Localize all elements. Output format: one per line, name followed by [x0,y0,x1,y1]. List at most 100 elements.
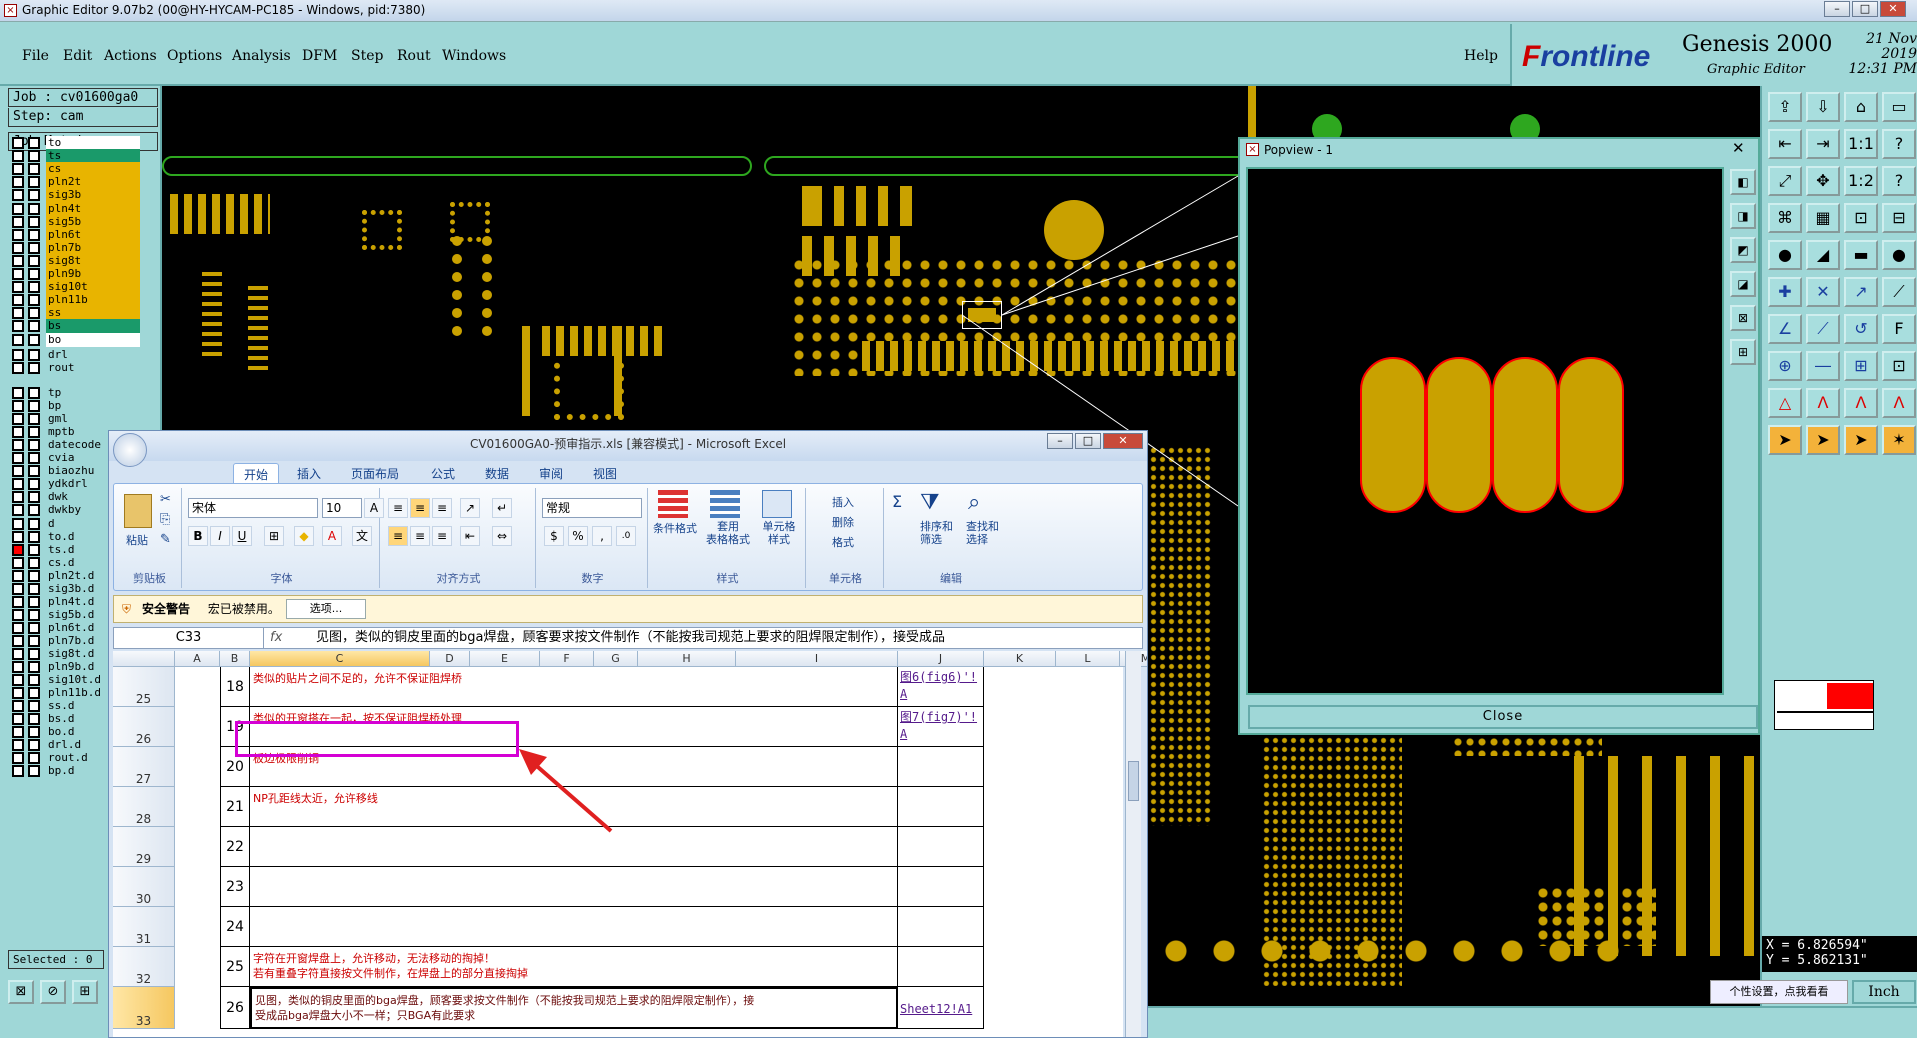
layer-checkbox[interactable] [12,387,24,399]
instruction-cell[interactable]: 字符在开窗焊盘上，允许移动，无法移动的掏掉！ 若有重叠字符直接按文件制作，在焊盘… [250,947,898,987]
instruction-cell[interactable]: 见图，类似的铜皮里面的bga焊盘，顾客要求按文件制作（不能按我司规范上要求的阻焊… [250,987,898,1029]
popview-canvas[interactable] [1246,167,1724,695]
layer-affected-checkbox[interactable] [28,307,40,320]
layer-name[interactable]: bo [46,332,140,347]
layer-affected-checkbox[interactable] [28,726,40,739]
layer-checkbox[interactable] [12,254,24,267]
tool-icon[interactable]: ◢ [1806,240,1840,270]
tool-icon[interactable]: 1:1 [1844,129,1878,159]
item-number-cell[interactable]: 21 [220,787,250,827]
autosum-icon[interactable]: Σ [892,492,902,511]
paste-icon[interactable] [124,494,152,528]
layer-checkbox[interactable] [12,465,24,478]
layer-row[interactable]: sig5b [12,214,146,229]
layer-affected-checkbox[interactable] [28,478,40,491]
row-header[interactable]: 29 [113,827,175,867]
layer-checkbox[interactable] [12,228,24,241]
align-middle-icon[interactable]: ≡ [410,498,430,518]
tool-icon[interactable]: Λ [1806,388,1840,418]
row-header[interactable]: 28 [113,787,175,827]
number-format-select[interactable]: 常规 [542,498,642,518]
column-header[interactable]: G [594,651,638,667]
layer-row[interactable]: cs [12,162,146,177]
tool-icon[interactable]: ● [1882,240,1916,270]
tool-icon[interactable]: ⇪ [1768,92,1802,122]
layer-checkbox[interactable] [12,426,24,439]
board-minimap[interactable] [1774,680,1874,730]
cond-format-icon[interactable] [658,490,688,518]
layer-affected-checkbox[interactable] [28,400,40,413]
instruction-cell[interactable] [250,907,898,947]
link-cell[interactable]: Sheet12!A1 [898,987,984,1029]
popview-tool-icon[interactable]: ⊠ [1730,305,1756,331]
layer-affected-checkbox[interactable] [28,254,40,267]
layer-checkbox[interactable] [12,687,24,700]
instruction-cell[interactable] [250,867,898,907]
copy-icon[interactable]: ⎘ [160,512,170,527]
item-number-cell[interactable]: 23 [220,867,250,907]
tool-icon[interactable]: ∠ [1768,314,1802,344]
font-size-select[interactable]: 10 [322,498,362,518]
zoom-icon[interactable]: ⊠ [8,980,34,1004]
sort-filter-button[interactable]: 排序和 筛选 [920,520,953,546]
tool-icon[interactable]: ⇥ [1806,129,1840,159]
popview-close-icon[interactable]: ✕ [1732,139,1745,157]
table-format-button[interactable]: 套用 表格格式 [700,520,756,546]
column-header[interactable]: J [898,651,984,667]
format-cells-button[interactable]: 格式 [832,534,854,550]
layer-affected-checkbox[interactable] [28,465,40,478]
layer-row[interactable]: ts [12,149,146,164]
layer-name[interactable]: bs [46,319,140,334]
layer-checkbox[interactable] [12,491,24,504]
tool-icon[interactable]: ⊞ [1844,351,1878,381]
layer-checkbox[interactable] [12,556,24,569]
layer-checkbox[interactable] [12,439,24,452]
tool-icon[interactable]: ⊡ [1844,203,1878,233]
layer-checkbox[interactable] [12,713,24,726]
layer-affected-checkbox[interactable] [28,362,40,374]
layer-affected-checkbox[interactable] [28,530,40,543]
popview-tool-icon[interactable]: ◧ [1730,169,1756,195]
tool-icon[interactable]: ➤ [1844,425,1878,455]
tool-icon[interactable]: ✚ [1768,277,1802,307]
layer-checkbox[interactable] [12,215,24,228]
orientation-icon[interactable]: ↗ [460,498,480,518]
layer-affected-checkbox[interactable] [28,556,40,569]
tool-icon[interactable]: ▦ [1806,203,1840,233]
layer-affected-checkbox[interactable] [28,517,40,530]
layer-affected-checkbox[interactable] [28,281,40,294]
delete-cells-button[interactable]: 删除 [832,514,854,530]
layer-name[interactable]: tp [46,386,140,400]
layer-checkbox[interactable] [12,163,24,176]
formula-input[interactable]: 见图，类似的铜皮里面的bga焊盘，顾客要求按文件制作（不能按我司规范上要求的阻焊… [316,628,945,648]
layer-checkbox[interactable] [12,661,24,674]
row-header[interactable]: 32 [113,947,175,987]
menu-edit[interactable]: Edit [63,48,92,64]
layer-row[interactable]: sig8t [12,253,146,268]
item-number-cell[interactable]: 24 [220,907,250,947]
popview-tool-icon[interactable]: ◩ [1730,237,1756,263]
link-cell[interactable] [898,947,984,987]
layer-affected-checkbox[interactable] [28,294,40,307]
office-button[interactable] [113,433,147,467]
row-header[interactable]: 33 [113,987,175,1029]
layer-checkbox[interactable] [12,700,24,713]
layer-affected-checkbox[interactable] [28,241,40,254]
align-top-icon[interactable]: ≡ [388,498,408,518]
tool-icon[interactable]: ⟋ [1806,314,1840,344]
layer-checkbox[interactable] [12,150,24,163]
layer-affected-checkbox[interactable] [28,661,40,674]
layer-affected-checkbox[interactable] [28,569,40,582]
layer-name[interactable]: sig3b [46,188,140,203]
layer-name[interactable]: ss [46,306,140,321]
fill-color-icon[interactable]: ◆ [294,526,314,546]
bold-icon[interactable]: B [188,526,208,546]
layer-checkbox[interactable] [12,362,24,374]
ribbon-tab[interactable]: 页面布局 [341,463,409,483]
layer-checkbox[interactable] [12,530,24,543]
menu-file[interactable]: File [22,48,49,64]
layer-checkbox[interactable] [12,648,24,660]
layer-affected-checkbox[interactable] [28,752,40,765]
layer-checkbox[interactable] [12,281,24,294]
layer-row[interactable]: pln6t [12,227,146,242]
